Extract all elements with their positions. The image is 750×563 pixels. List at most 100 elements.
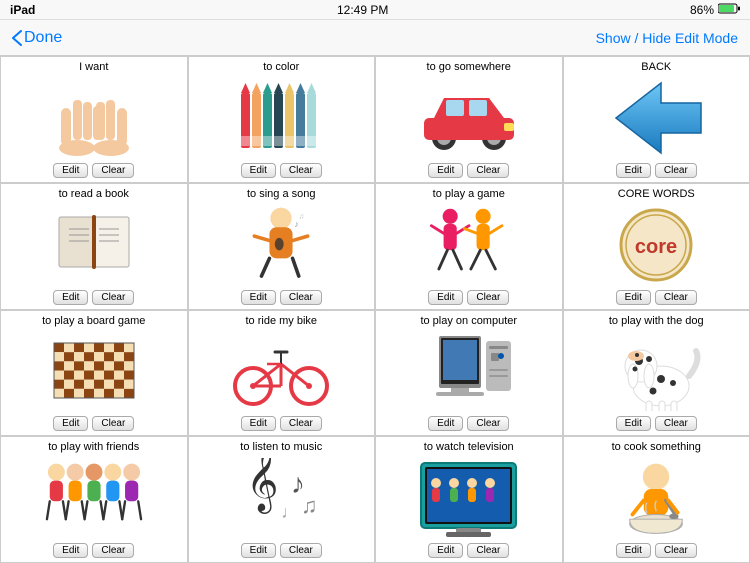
clear-button-to-watch-television[interactable]: Clear [467, 543, 509, 558]
cell-title-to-go-somewhere: to go somewhere [427, 61, 511, 75]
cell-image-to-cook-something [568, 455, 746, 541]
cell-buttons-to-ride-my-bike: Edit Clear [241, 416, 322, 431]
cell-buttons-to-play-a-board-game: Edit Clear [53, 416, 134, 431]
cell-i-want: I want Edit Clear [0, 56, 188, 183]
cell-image-core-words: core [568, 202, 746, 288]
svg-text:♫: ♫ [301, 493, 318, 518]
cell-buttons-back: Edit Clear [616, 163, 697, 178]
svg-text:♫: ♫ [299, 212, 304, 220]
cell-title-core-words: CORE WORDS [618, 188, 695, 202]
cell-buttons-to-sing-a-song: Edit Clear [241, 290, 322, 305]
svg-text:♩: ♩ [281, 502, 299, 522]
cell-to-listen-to-music: to listen to music 𝄞 ♪ ♫ ♩ Edit Clear [188, 436, 376, 563]
cell-title-to-play-with-friends: to play with friends [48, 441, 139, 455]
cell-to-watch-television: to watch television Edit Clear [375, 436, 563, 563]
clear-button-to-read-a-book[interactable]: Clear [92, 290, 134, 305]
cell-image-to-play-a-board-game [5, 329, 183, 415]
clear-button-to-listen-to-music[interactable]: Clear [280, 543, 322, 558]
cell-image-to-sing-a-song: ♪ ♫ [193, 202, 371, 288]
edit-button-to-read-a-book[interactable]: Edit [53, 290, 88, 305]
cell-buttons-to-cook-something: Edit Clear [616, 543, 697, 558]
cell-buttons-to-read-a-book: Edit Clear [53, 290, 134, 305]
clear-button-to-color[interactable]: Clear [280, 163, 322, 178]
clear-button-back[interactable]: Clear [655, 163, 697, 178]
clear-button-to-cook-something[interactable]: Clear [655, 543, 697, 558]
nav-bar: Done Show / Hide Edit Mode [0, 20, 750, 56]
clear-button-to-play-on-computer[interactable]: Clear [467, 416, 509, 431]
edit-button-to-play-a-game[interactable]: Edit [428, 290, 463, 305]
edit-button-to-play-on-computer[interactable]: Edit [428, 416, 463, 431]
cell-back: BACK Edit Clear [563, 56, 750, 183]
cell-image-to-color [193, 75, 371, 161]
cell-image-to-play-with-the-dog [568, 329, 746, 415]
cell-title-to-color: to color [263, 61, 299, 75]
cell-to-read-a-book: to read a book Edit Clear [0, 183, 188, 310]
clear-button-i-want[interactable]: Clear [92, 163, 134, 178]
show-hide-edit-mode-button[interactable]: Show / Hide Edit Mode [596, 30, 738, 46]
cell-to-play-a-board-game: to play a board game Edit Clear [0, 310, 188, 437]
edit-button-to-sing-a-song[interactable]: Edit [241, 290, 276, 305]
clear-button-to-play-with-friends[interactable]: Clear [92, 543, 134, 558]
cell-to-cook-something: to cook something Edit Clear [563, 436, 750, 563]
svg-text:♪: ♪ [295, 219, 299, 229]
cell-image-to-ride-my-bike [193, 329, 371, 415]
clear-button-to-play-with-the-dog[interactable]: Clear [655, 416, 697, 431]
cell-buttons-to-go-somewhere: Edit Clear [428, 163, 509, 178]
cell-title-to-sing-a-song: to sing a song [247, 188, 316, 202]
edit-button-i-want[interactable]: Edit [53, 163, 88, 178]
cell-image-to-listen-to-music: 𝄞 ♪ ♫ ♩ [193, 455, 371, 541]
cell-title-to-play-with-the-dog: to play with the dog [609, 315, 704, 329]
edit-button-to-ride-my-bike[interactable]: Edit [241, 416, 276, 431]
clear-button-core-words[interactable]: Clear [655, 290, 697, 305]
cell-buttons-to-watch-television: Edit Clear [428, 543, 509, 558]
cell-image-to-play-with-friends [5, 455, 183, 541]
clear-button-to-ride-my-bike[interactable]: Clear [280, 416, 322, 431]
cell-to-color: to color [188, 56, 376, 183]
cell-buttons-to-play-with-the-dog: Edit Clear [616, 416, 697, 431]
cell-to-play-with-friends: to play with friends [0, 436, 188, 563]
cell-to-play-a-game: to play a game Edit Clear [375, 183, 563, 310]
cell-image-to-go-somewhere [380, 75, 558, 161]
edit-button-to-listen-to-music[interactable]: Edit [241, 543, 276, 558]
cell-title-to-listen-to-music: to listen to music [240, 441, 322, 455]
edit-button-core-words[interactable]: Edit [616, 290, 651, 305]
cell-title-to-play-a-board-game: to play a board game [42, 315, 145, 329]
cell-buttons-to-play-with-friends: Edit Clear [53, 543, 134, 558]
cell-core-words: CORE WORDS core Edit Clear [563, 183, 750, 310]
cell-title-back: BACK [641, 61, 671, 75]
cell-to-ride-my-bike: to ride my bike Edit Clear [188, 310, 376, 437]
cell-to-sing-a-song: to sing a song ♪ ♫ Edit Clear [188, 183, 376, 310]
edit-button-to-play-with-friends[interactable]: Edit [53, 543, 88, 558]
cell-image-i-want [5, 75, 183, 161]
edit-button-to-watch-television[interactable]: Edit [428, 543, 463, 558]
back-button[interactable]: Done [12, 29, 62, 47]
edit-button-to-go-somewhere[interactable]: Edit [428, 163, 463, 178]
cell-image-to-play-a-game [380, 202, 558, 288]
cell-to-play-with-the-dog: to play with the dog Edit Clear [563, 310, 750, 437]
cell-title-to-read-a-book: to read a book [59, 188, 129, 202]
cell-title-i-want: I want [79, 61, 108, 75]
cell-image-to-watch-television [380, 455, 558, 541]
cell-buttons-i-want: Edit Clear [53, 163, 134, 178]
edit-button-to-play-a-board-game[interactable]: Edit [53, 416, 88, 431]
cell-buttons-core-words: Edit Clear [616, 290, 697, 305]
edit-button-to-play-with-the-dog[interactable]: Edit [616, 416, 651, 431]
cell-buttons-to-play-on-computer: Edit Clear [428, 416, 509, 431]
battery-percent: 86% [690, 3, 714, 17]
status-bar: iPad 12:49 PM 86% [0, 0, 750, 20]
clear-button-to-play-a-board-game[interactable]: Clear [92, 416, 134, 431]
cell-image-to-play-on-computer [380, 329, 558, 415]
cell-to-go-somewhere: to go somewhere Edit Clear [375, 56, 563, 183]
cell-buttons-to-color: Edit Clear [241, 163, 322, 178]
status-time: 12:49 PM [337, 3, 388, 17]
clear-button-to-sing-a-song[interactable]: Clear [280, 290, 322, 305]
edit-button-to-cook-something[interactable]: Edit [616, 543, 651, 558]
back-label: Done [24, 29, 62, 47]
cell-title-to-ride-my-bike: to ride my bike [245, 315, 317, 329]
edit-button-back[interactable]: Edit [616, 163, 651, 178]
symbol-grid: I want Edit Clear to color [0, 56, 750, 563]
cell-image-to-read-a-book [5, 202, 183, 288]
clear-button-to-go-somewhere[interactable]: Clear [467, 163, 509, 178]
edit-button-to-color[interactable]: Edit [241, 163, 276, 178]
clear-button-to-play-a-game[interactable]: Clear [467, 290, 509, 305]
